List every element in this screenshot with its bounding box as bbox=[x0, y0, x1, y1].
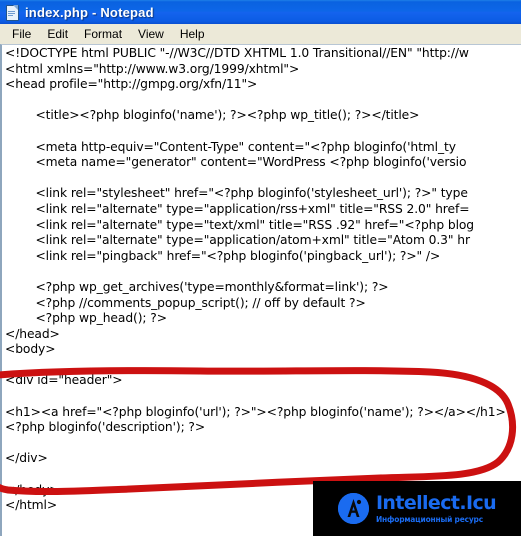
watermark-subtitle: Информационный ресурс bbox=[375, 514, 483, 524]
menu-item-view[interactable]: View bbox=[130, 26, 172, 43]
text-editor-area[interactable]: <!DOCTYPE html PUBLIC "-//W3C//DTD XHTML… bbox=[0, 44, 521, 536]
watermark-banner: Intellect.Icu Информационный ресурс bbox=[313, 481, 521, 536]
notepad-document-icon bbox=[4, 4, 20, 21]
menu-item-edit[interactable]: Edit bbox=[39, 26, 76, 43]
title-bar: index.php - Notepad bbox=[0, 0, 521, 24]
source-code-text[interactable]: <!DOCTYPE html PUBLIC "-//W3C//DTD XHTML… bbox=[5, 46, 521, 514]
menu-item-help[interactable]: Help bbox=[172, 26, 213, 43]
menu-item-format[interactable]: Format bbox=[76, 26, 130, 43]
menu-item-file[interactable]: File bbox=[4, 26, 39, 43]
menu-bar: File Edit Format View Help bbox=[0, 24, 521, 44]
intellect-icu-logo-icon bbox=[337, 493, 369, 524]
notepad-window: index.php - Notepad File Edit Format Vie… bbox=[0, 0, 521, 536]
window-title: index.php - Notepad bbox=[25, 4, 154, 20]
watermark-title: Intellect.Icu bbox=[375, 491, 497, 514]
